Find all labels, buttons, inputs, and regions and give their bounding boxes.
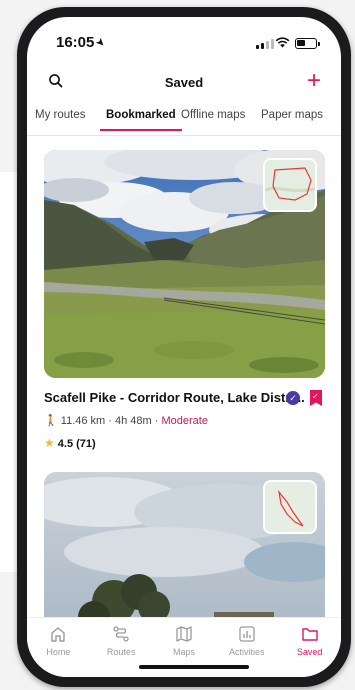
map-icon bbox=[153, 624, 216, 644]
tab-paper-maps[interactable]: Paper maps bbox=[261, 109, 323, 121]
status-time-text: 16:05 bbox=[56, 34, 95, 51]
nav-home-label: Home bbox=[46, 647, 71, 657]
route-meta: 🚶 11.46 km · 4h 48m · Moderate bbox=[44, 415, 208, 427]
rating-value: 4.5 (71) bbox=[57, 438, 96, 450]
route-map-thumbnail bbox=[263, 158, 317, 212]
nav-saved-label: Saved bbox=[296, 647, 323, 657]
tab-bookmarked[interactable]: Bookmarked bbox=[100, 109, 182, 131]
folder-icon bbox=[278, 624, 341, 644]
activities-icon bbox=[215, 624, 278, 644]
app-screen: 16:05➤ Saved + My routes Bookmarked Offl… bbox=[27, 17, 341, 677]
route-photo[interactable] bbox=[44, 472, 325, 626]
nav-maps-label: Maps bbox=[172, 647, 195, 657]
nav-saved[interactable]: Saved bbox=[278, 618, 341, 677]
location-arrow-icon: ➤ bbox=[93, 35, 109, 51]
route-card[interactable] bbox=[44, 472, 325, 626]
tab-offline-maps[interactable]: Offline maps bbox=[181, 109, 245, 121]
route-map-thumbnail bbox=[263, 480, 317, 534]
route-list: Scafell Pike - Corridor Route, Lake Dist… bbox=[27, 136, 341, 626]
route-difficulty: Moderate bbox=[161, 415, 208, 427]
phone-frame: 16:05➤ Saved + My routes Bookmarked Offl… bbox=[17, 7, 351, 687]
bookmark-check-icon: ✓ bbox=[312, 392, 319, 401]
tab-my-routes[interactable]: My routes bbox=[35, 109, 86, 121]
battery-icon bbox=[295, 38, 320, 49]
route-rating: ★ 4.5 (71) bbox=[44, 436, 96, 450]
star-icon: ★ bbox=[44, 436, 55, 450]
route-duration: 4h 48m bbox=[114, 415, 152, 427]
page-title: Saved bbox=[164, 75, 204, 90]
add-icon[interactable]: + bbox=[307, 69, 321, 93]
routes-icon bbox=[90, 624, 153, 644]
home-indicator bbox=[139, 665, 249, 669]
route-distance: 11.46 km bbox=[60, 415, 106, 427]
wifi-icon bbox=[275, 37, 290, 48]
route-title[interactable]: Scafell Pike - Corridor Route, Lake Dist… bbox=[44, 390, 325, 405]
tab-bar: My routes Bookmarked Offline maps Paper … bbox=[27, 109, 341, 135]
hiker-icon: 🚶 bbox=[44, 415, 58, 427]
app-header: Saved + bbox=[27, 69, 341, 97]
nav-routes-label: Routes bbox=[106, 647, 136, 657]
nav-home[interactable]: Home bbox=[27, 618, 90, 677]
route-card[interactable]: Scafell Pike - Corridor Route, Lake Dist… bbox=[44, 150, 325, 450]
home-icon bbox=[27, 624, 90, 644]
status-time: 16:05➤ bbox=[56, 34, 109, 51]
cellular-signal-icon bbox=[256, 39, 274, 49]
status-bar: 16:05➤ bbox=[27, 17, 341, 65]
route-title-row: Scafell Pike - Corridor Route, Lake Dist… bbox=[44, 390, 325, 410]
route-photo[interactable] bbox=[44, 150, 325, 378]
nav-activities-label: Activities bbox=[229, 647, 265, 657]
verified-badge-icon: ✓ bbox=[286, 391, 300, 405]
